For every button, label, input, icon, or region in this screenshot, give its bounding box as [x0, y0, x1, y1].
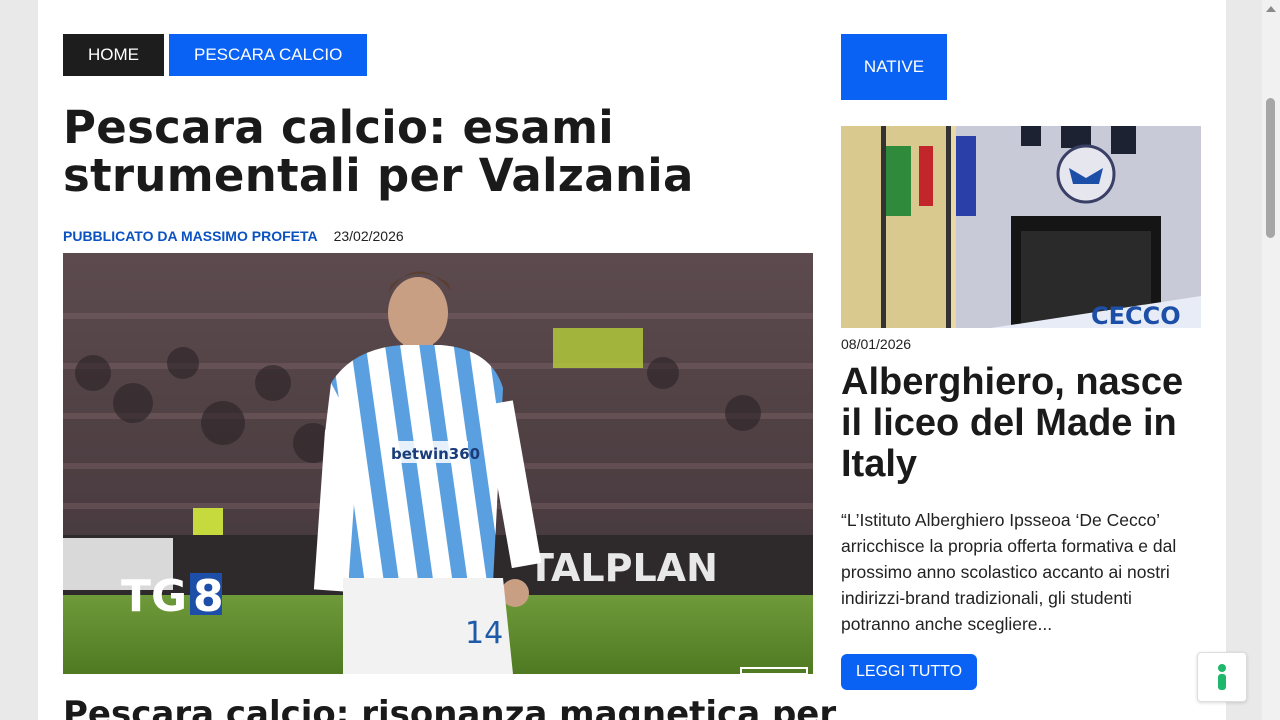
jersey-sponsor: betwin360: [391, 445, 480, 463]
jersey-number: 14: [465, 616, 503, 651]
tg-watermark: TG: [121, 571, 187, 622]
breadcrumb-category[interactable]: PESCARA CALCIO: [169, 34, 368, 76]
sidebar-post-excerpt: “L’Istituto Alberghiero Ipsseoa ‘De Cecc…: [841, 510, 1177, 634]
read-more-button[interactable]: LEGGI TUTTO: [841, 654, 978, 690]
article-title: Pescara calcio: esami strumentali per Va…: [63, 101, 694, 202]
breadcrumb-home[interactable]: HOME: [63, 34, 164, 76]
sidebar-post-date: 08/01/2026: [841, 336, 912, 352]
breadcrumb: HOME PESCARA CALCIO: [63, 34, 368, 76]
board-text: TALPLAN: [528, 546, 718, 590]
article-meta: PUBBLICATO DA MASSIMO PROFETA 23/02/2026: [63, 228, 404, 244]
accessibility-button[interactable]: [1197, 652, 1247, 702]
tg-watermark-digit: 8: [193, 571, 224, 622]
sidebar-post-image[interactable]: CECCO: [841, 126, 1201, 328]
scroll-thumb[interactable]: [1266, 98, 1275, 238]
article-author[interactable]: PUBBLICATO DA MASSIMO PROFETA: [63, 228, 318, 244]
page-scrollbar[interactable]: [1262, 0, 1280, 720]
sidebar-post-title[interactable]: Alberghiero, nasce il liceo del Made in …: [841, 362, 1211, 485]
page-container: HOME PESCARA CALCIO Pescara calcio: esam…: [38, 0, 1226, 720]
scroll-up-arrow-icon[interactable]: [1266, 6, 1276, 12]
next-article-title[interactable]: Pescara calcio: risonanza magnetica per: [63, 694, 836, 720]
article-date: 23/02/2026: [333, 228, 404, 244]
accessibility-icon: [1218, 664, 1226, 690]
sign-text: CECCO: [1091, 302, 1181, 328]
native-button[interactable]: NATIVE: [841, 34, 947, 100]
article-hero-image[interactable]: TALPLAN 14 betwin360 TG 8: [63, 253, 813, 674]
